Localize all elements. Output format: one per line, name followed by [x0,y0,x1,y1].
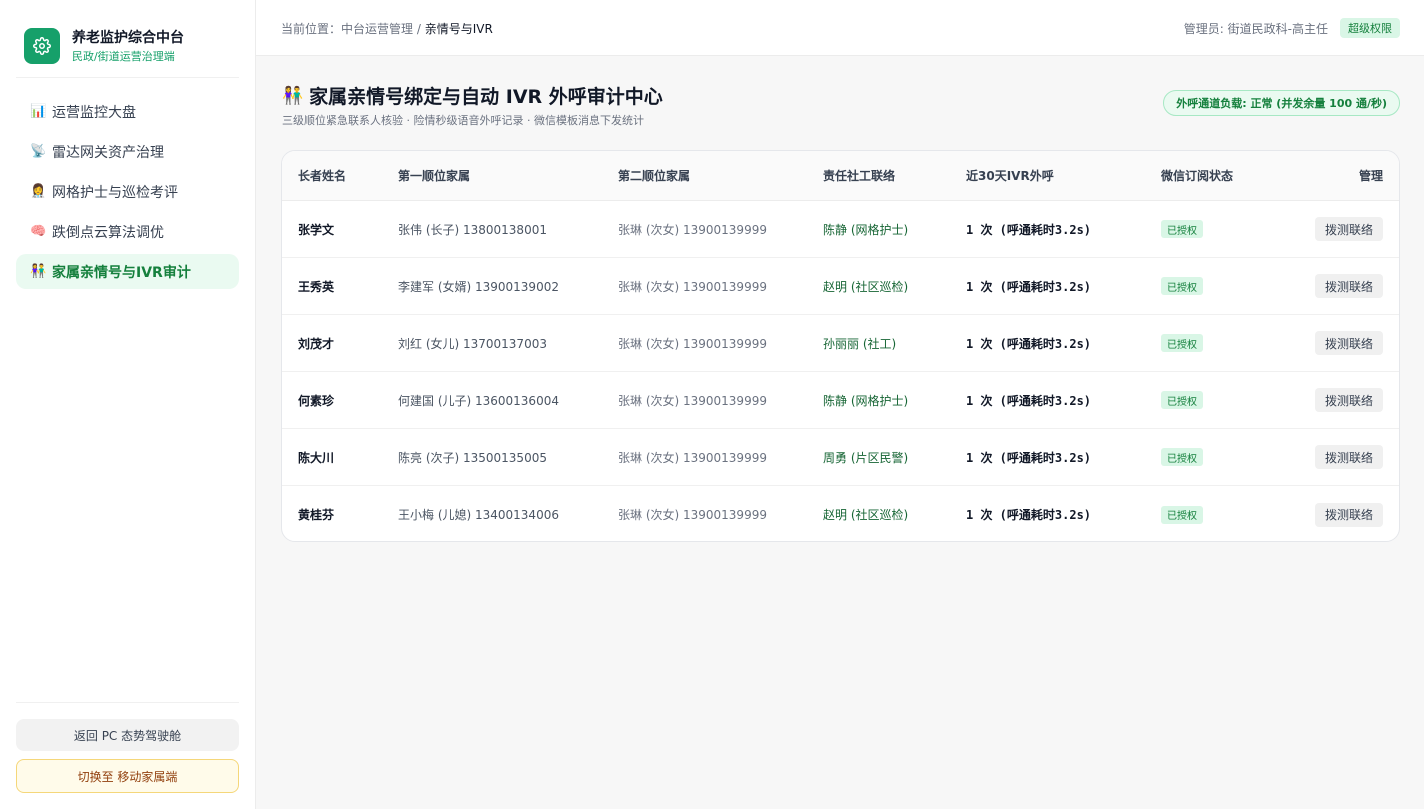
column-header: 管理 [1358,169,1383,183]
brand-subtitle: 民政/街道运营治理端 [72,49,175,63]
column-header: 第二顺位家属 [618,169,691,183]
second-contact: 张琳 (次女) 13900139999 [618,508,767,522]
second-contact: 张琳 (次女) 13900139999 [618,336,767,351]
second-contact: 张琳 (次女) 13900139999 [618,222,767,237]
page-title-text: 家属亲情号绑定与自动 IVR 外呼审计中心 [309,86,663,108]
ivr-calls: 1 次 (呼通耗时3.2s) [966,336,1092,351]
gear-icon [24,28,60,64]
ivr-calls: 1 次 (呼通耗时3.2s) [966,279,1092,294]
sidebar-item-family-ivr[interactable]: 👫 家属亲情号与IVR审计 [16,254,239,289]
table-header: 长者姓名 第一顺位家属 第二顺位家属 责任社工联络 近30天IVR外呼 微信订阅… [282,151,1399,201]
dial-test-button[interactable]: 拨测联络 [1314,217,1383,241]
sidebar-item-ops-dashboard[interactable]: 📊 运营监控大盘 [16,94,239,129]
second-contact: 张琳 (次女) 13900139999 [618,450,767,465]
sidebar-nav: 📊 运营监控大盘 📡 雷达网关资产治理 👩‍⚕️ 网格护士与巡检考评 🧠 跌倒点… [16,94,239,294]
page-title: 👫 家属亲情号绑定与自动 IVR 外呼审计中心 [282,82,663,109]
switch-to-mobile-button[interactable]: 切换至 移动家属端 [16,759,239,793]
family-icon: 👫 [282,85,304,106]
first-contact: 何建国 (儿子) 13600136004 [398,393,559,408]
table-row: 黄桂芬 王小梅 (儿媳) 13400134006 张琳 (次女) 1390013… [282,486,1399,541]
breadcrumb-separator: / [413,22,425,36]
dial-test-button[interactable]: 拨测联络 [1314,331,1383,355]
admin-label: 管理员: 街道民政科-高主任 [1183,22,1328,36]
sidebar-item-fall-algorithm[interactable]: 🧠 跌倒点云算法调优 [16,214,239,249]
first-contact: 刘红 (女儿) 13700137003 [398,336,547,351]
sidebar-item-label: 运营监控大盘 [52,104,136,121]
second-contact: 张琳 (次女) 13900139999 [618,279,767,294]
family-icon: 👫 [30,264,47,279]
wechat-status-badge: 已授权 [1161,334,1203,352]
table-row: 刘茂才 刘红 (女儿) 13700137003 张琳 (次女) 13900139… [282,315,1399,372]
first-contact: 张伟 (长子) 13800138001 [398,222,547,237]
sidebar-item-grid-nurse[interactable]: 👩‍⚕️ 网格护士与巡检考评 [16,174,239,209]
dial-test-button[interactable]: 拨测联络 [1314,502,1383,527]
sidebar-item-label: 家属亲情号与IVR审计 [52,264,191,281]
table-row: 何素珍 何建国 (儿子) 13600136004 张琳 (次女) 1390013… [282,372,1399,429]
dial-test-button[interactable]: 拨测联络 [1314,445,1383,469]
social-worker: 赵明 (社区巡检) [823,508,909,522]
elder-name: 黄桂芬 [298,508,335,522]
divider [16,702,239,703]
table-row: 张学文 张伟 (长子) 13800138001 张琳 (次女) 13900139… [282,201,1399,258]
wechat-status-badge: 已授权 [1161,448,1203,466]
nurse-icon: 👩‍⚕️ [30,184,47,199]
ivr-calls: 1 次 (呼通耗时3.2s) [966,393,1092,408]
divider [16,77,239,78]
dial-test-button[interactable]: 拨测联络 [1314,274,1383,298]
first-contact: 陈亮 (次子) 13500135005 [398,450,547,465]
first-contact: 李建军 (女婿) 13900139002 [398,279,559,294]
breadcrumb: 当前位置：中台运营管理 / 亲情号与IVR [281,20,493,37]
contacts-table: 长者姓名 第一顺位家属 第二顺位家属 责任社工联络 近30天IVR外呼 微信订阅… [281,150,1400,542]
channel-load-status: 外呼通道负载: 正常 (并发余量 100 通/秒) [1163,90,1400,116]
second-contact: 张琳 (次女) 13900139999 [618,393,767,408]
elder-name: 刘茂才 [298,336,335,351]
breadcrumb-current: 亲情号与IVR [424,22,493,36]
sidebar-item-label: 跌倒点云算法调优 [52,224,164,241]
breadcrumb-prefix: 当前位置： [281,22,342,36]
satellite-icon: 📡 [30,144,47,159]
ivr-calls: 1 次 (呼通耗时3.2s) [966,450,1092,465]
sidebar-item-radar-gateway[interactable]: 📡 雷达网关资产治理 [16,134,239,169]
table-row: 陈大川 陈亮 (次子) 13500135005 张琳 (次女) 13900139… [282,429,1399,486]
elder-name: 王秀英 [298,279,335,294]
page-subtitle: 三级顺位紧急联系人核验 · 险情秒级语音外呼记录 · 微信模板消息下发统计 [282,114,644,127]
elder-name: 何素珍 [298,393,335,408]
column-header: 长者姓名 [298,169,347,183]
social-worker: 赵明 (社区巡检) [823,279,909,294]
brain-icon: 🧠 [30,224,47,239]
sidebar-item-label: 网格护士与巡检考评 [52,184,178,201]
column-header: 微信订阅状态 [1161,169,1234,183]
wechat-status-badge: 已授权 [1161,391,1203,409]
social-worker: 孙丽丽 (社工) [823,336,897,351]
elder-name: 陈大川 [298,450,335,465]
column-header: 责任社工联络 [823,169,896,183]
topbar: 当前位置：中台运营管理 / 亲情号与IVR 管理员: 街道民政科-高主任 超级权… [256,0,1424,56]
back-to-dashboard-button[interactable]: 返回 PC 态势驾驶舱 [16,719,239,751]
ivr-calls: 1 次 (呼通耗时3.2s) [966,222,1092,237]
bar-chart-icon: 📊 [30,104,47,119]
social-worker: 陈静 (网格护士) [823,222,909,237]
wechat-status-badge: 已授权 [1161,220,1203,238]
sidebar-item-label: 雷达网关资产治理 [52,144,164,161]
table-row: 王秀英 李建军 (女婿) 13900139002 张琳 (次女) 1390013… [282,258,1399,315]
column-header: 近30天IVR外呼 [966,169,1054,183]
dial-test-button[interactable]: 拨测联络 [1314,388,1383,412]
brand-title: 养老监护综合中台 [72,29,184,46]
permission-badge: 超级权限 [1340,18,1400,38]
ivr-calls: 1 次 (呼通耗时3.2s) [966,508,1092,522]
breadcrumb-parent[interactable]: 中台运营管理 [341,22,413,36]
brand: 养老监护综合中台 民政/街道运营治理端 [24,28,184,64]
sidebar: 养老监护综合中台 民政/街道运营治理端 📊 运营监控大盘 📡 雷达网关资产治理 … [0,0,256,809]
social-worker: 周勇 (片区民警) [823,450,909,465]
elder-name: 张学文 [298,222,335,237]
wechat-status-badge: 已授权 [1161,505,1203,524]
first-contact: 王小梅 (儿媳) 13400134006 [398,508,559,522]
wechat-status-badge: 已授权 [1161,277,1203,295]
column-header: 第一顺位家属 [398,169,471,183]
social-worker: 陈静 (网格护士) [823,393,909,408]
